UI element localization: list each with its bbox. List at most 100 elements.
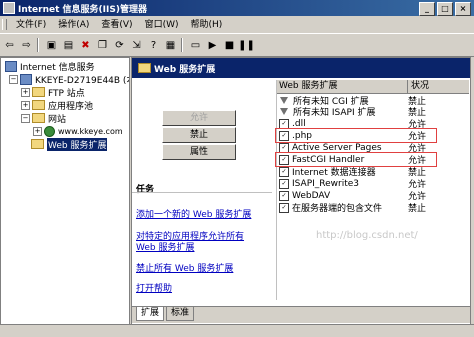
toolbar: ⇦ ⇨ ▣ ▤ ✖ ❐ ⟳ ⇲ ? ▦ ▭ ▶ ■ ❚❚ — [0, 33, 474, 57]
menu-grip — [2, 19, 7, 30]
tree-webext[interactable]: Web 服务扩展 — [31, 137, 108, 151]
menu-file[interactable]: 文件(F) — [10, 18, 52, 32]
server-icon — [20, 73, 32, 85]
tree-server[interactable]: − KKEYE-D2719E44B (本地计 — [9, 73, 129, 86]
toolbar-separator — [181, 38, 183, 52]
export-icon[interactable]: ⇲ — [129, 38, 144, 53]
window-title: Internet 信息服务(IIS)管理器 — [18, 4, 147, 15]
open-help-link[interactable]: 打开帮助 — [136, 284, 266, 295]
tree-ftp-label: FTP 站点 — [48, 88, 85, 99]
tree-sites-label: 网站 — [48, 114, 67, 125]
list-header: Web 服务扩展 状况 — [277, 80, 469, 94]
deny-button[interactable]: 禁止 — [162, 127, 236, 143]
highlight-box-php — [275, 128, 437, 143]
properties-icon[interactable]: ▤ — [61, 38, 76, 53]
tab-standard[interactable]: 标准 — [166, 307, 195, 321]
copy-icon[interactable]: ❐ — [95, 38, 110, 53]
allow-all-link[interactable]: 对特定的应用程序允许所有 Web 服务扩展 — [136, 232, 266, 254]
list-item[interactable]: ✓ Internet 数据连接器 禁止 — [277, 166, 469, 178]
minimize-button[interactable]: _ — [419, 2, 435, 16]
toolbar-separator — [37, 38, 39, 52]
expand-icon[interactable]: + — [21, 87, 30, 97]
back-icon[interactable]: ⇦ — [2, 38, 17, 53]
tab-strip: 扩展 标准 — [132, 306, 470, 323]
extension-icon: ✓ — [279, 190, 289, 201]
extension-icon: ✓ — [279, 118, 289, 129]
up-folder-icon[interactable]: ▣ — [44, 38, 59, 53]
iis-icon — [5, 60, 17, 72]
menu-view[interactable]: 查看(V) — [95, 18, 138, 32]
expand-icon[interactable]: + — [33, 126, 42, 136]
item-status: 禁止 — [408, 204, 427, 214]
highlight-box-fastcgi — [275, 152, 437, 167]
tab-extended[interactable]: 扩展 — [136, 307, 165, 321]
column-header-name[interactable]: Web 服务扩展 — [277, 80, 408, 93]
collapse-icon[interactable]: − — [21, 113, 30, 123]
tree-apppools-label: 应用程序池 — [48, 101, 94, 112]
item-name: ISAPI_Rewrite3 — [292, 178, 360, 189]
extension-icon: ✓ — [279, 178, 289, 189]
tree-root-label: Internet 信息服务 — [20, 62, 95, 73]
tree-site1-label: www.kkeye.com — [58, 126, 123, 136]
column-header-status[interactable]: 状况 — [408, 80, 429, 93]
tree-server-label: KKEYE-D2719E44B (本地计 — [35, 75, 129, 86]
extension-icon: ✓ — [279, 166, 289, 177]
menu-bar: 文件(F) 操作(A) 查看(V) 窗口(W) 帮助(H) — [0, 17, 474, 32]
expand-icon[interactable]: + — [21, 100, 30, 110]
forward-icon[interactable]: ⇨ — [19, 38, 34, 53]
folder-icon — [32, 100, 45, 110]
extension-icon: ✓ — [279, 202, 289, 213]
tree-root[interactable]: Internet 信息服务 — [5, 60, 95, 73]
list-item[interactable]: 所有未知 ISAPI 扩展 禁止 — [277, 106, 469, 118]
menu-help[interactable]: 帮助(H) — [185, 18, 229, 32]
help-icon[interactable]: ? — [146, 38, 161, 53]
menu-action[interactable]: 操作(A) — [52, 18, 95, 32]
app-icon — [3, 2, 15, 14]
item-name: 所有未知 ISAPI 扩展 — [293, 108, 376, 118]
item-name: .dll — [292, 118, 306, 129]
pause-icon[interactable]: ❚❚ — [238, 38, 255, 53]
tasks-title: 任务 — [136, 185, 155, 195]
close-button[interactable]: × — [455, 2, 471, 16]
delete-icon[interactable]: ✖ — [78, 38, 93, 53]
extension-icon: ✓ — [279, 142, 289, 153]
list-item[interactable]: ✓ 在服务器端的包含文件 禁止 — [277, 202, 469, 214]
filter-icon — [280, 108, 288, 115]
extension-list: Web 服务扩展 状况 所有未知 CGI 扩展 禁止 所有未知 ISAPI 扩展… — [275, 80, 469, 300]
tasks-divider — [132, 192, 272, 193]
tree-site1[interactable]: + www.kkeye.com — [33, 125, 123, 137]
status-bar — [0, 324, 474, 337]
menu-window[interactable]: 窗口(W) — [139, 18, 185, 32]
list-item[interactable]: ✓ ISAPI_Rewrite3 允许 — [277, 178, 469, 190]
pane-header: Web 服务扩展 — [132, 58, 470, 78]
folder-icon — [138, 63, 151, 73]
folder-icon — [32, 113, 45, 123]
computer-icon[interactable]: ▭ — [188, 38, 203, 53]
item-name: Active Server Pages — [292, 142, 382, 153]
title-bar: Internet 信息服务(IIS)管理器 _ □ × — [0, 0, 474, 16]
tree-ftp[interactable]: + FTP 站点 — [21, 86, 85, 99]
add-extension-link[interactable]: 添加一个新的 Web 服务扩展 — [136, 210, 266, 221]
console-icon[interactable]: ▦ — [163, 38, 178, 53]
window-controls: _ □ × — [419, 2, 471, 16]
collapse-icon[interactable]: − — [9, 74, 18, 84]
stop-icon[interactable]: ■ — [222, 38, 237, 53]
deny-all-link[interactable]: 禁止所有 Web 服务扩展 — [136, 264, 266, 275]
filter-icon — [280, 97, 288, 104]
pane-header-title: Web 服务扩展 — [154, 64, 216, 75]
tree-apppools[interactable]: + 应用程序池 — [21, 99, 94, 112]
refresh-icon[interactable]: ⟳ — [112, 38, 127, 53]
watermark: http://blog.csdn.net/ — [316, 230, 418, 241]
tree-webext-label: Web 服务扩展 — [47, 137, 108, 151]
tree-sites[interactable]: − 网站 — [21, 112, 67, 125]
list-item[interactable]: ✓ WebDAV 允许 — [277, 190, 469, 202]
folder-icon — [31, 139, 44, 149]
item-name: 在服务器端的包含文件 — [292, 204, 383, 214]
maximize-button[interactable]: □ — [437, 2, 453, 16]
play-icon[interactable]: ▶ — [205, 38, 220, 53]
allow-button[interactable]: 允许 — [162, 110, 236, 126]
properties-button[interactable]: 属性 — [162, 144, 236, 160]
globe-icon — [44, 125, 55, 137]
details-pane: Web 服务扩展 允许 禁止 属性 任务 添加一个新的 Web 服务扩展 对特定… — [131, 57, 471, 325]
folder-icon — [32, 87, 45, 97]
